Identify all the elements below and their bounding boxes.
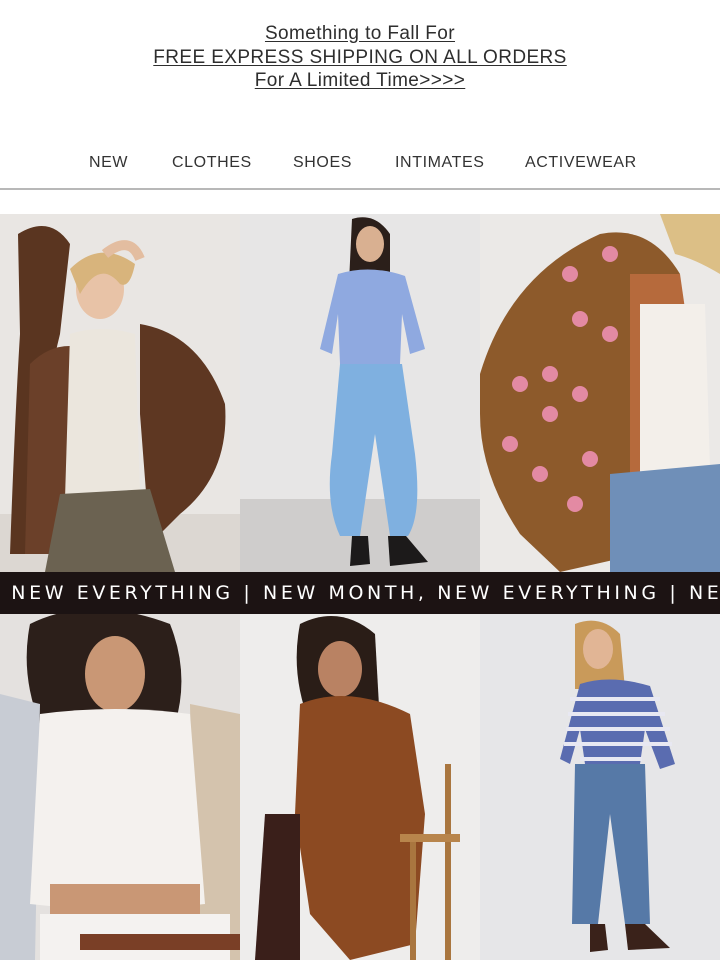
email-page: Something to Fall For FREE EXPRESS SHIPP… <box>0 0 720 960</box>
nav-item-intimates[interactable]: INTIMATES <box>395 154 485 172</box>
nav-item-new[interactable]: NEW <box>89 154 128 172</box>
product-tile-fur-coat[interactable] <box>0 214 240 572</box>
ruffle-dress-photo <box>240 614 480 960</box>
product-tile-floral-cardigan[interactable] <box>480 214 720 572</box>
floral-cardigan-photo <box>480 214 720 572</box>
promo-shipping-link[interactable]: FREE EXPRESS SHIPPING ON ALL ORDERS <box>0 46 720 70</box>
nav-item-clothes[interactable]: CLOTHES <box>172 154 252 172</box>
nav-item-shoes[interactable]: SHOES <box>293 154 352 172</box>
marquee-banner: , NEW EVERYTHING | NEW MONTH, NEW EVERYT… <box>0 572 720 614</box>
nav-divider <box>0 188 720 190</box>
lace-tank-photo <box>0 614 240 960</box>
product-tile-cargo-pants[interactable] <box>240 214 480 572</box>
striped-top-photo <box>480 614 720 960</box>
promo-banner: Something to Fall For FREE EXPRESS SHIPP… <box>0 22 720 93</box>
marquee-text: , NEW EVERYTHING | NEW MONTH, NEW EVERYT… <box>0 582 720 604</box>
product-tile-striped-top[interactable] <box>480 614 720 960</box>
nav-item-activewear[interactable]: ACTIVEWEAR <box>525 154 637 172</box>
cargo-pants-photo <box>240 214 480 572</box>
product-tile-ruffle-dress[interactable] <box>240 614 480 960</box>
promo-headline-link[interactable]: Something to Fall For <box>0 22 720 46</box>
fur-coat-photo <box>0 214 240 572</box>
category-nav: NEW CLOTHES SHOES INTIMATES ACTIVEWEAR <box>0 150 720 178</box>
product-tile-lace-tank[interactable] <box>0 614 240 960</box>
promo-limited-time-link[interactable]: For A Limited Time>>>> <box>0 69 720 93</box>
